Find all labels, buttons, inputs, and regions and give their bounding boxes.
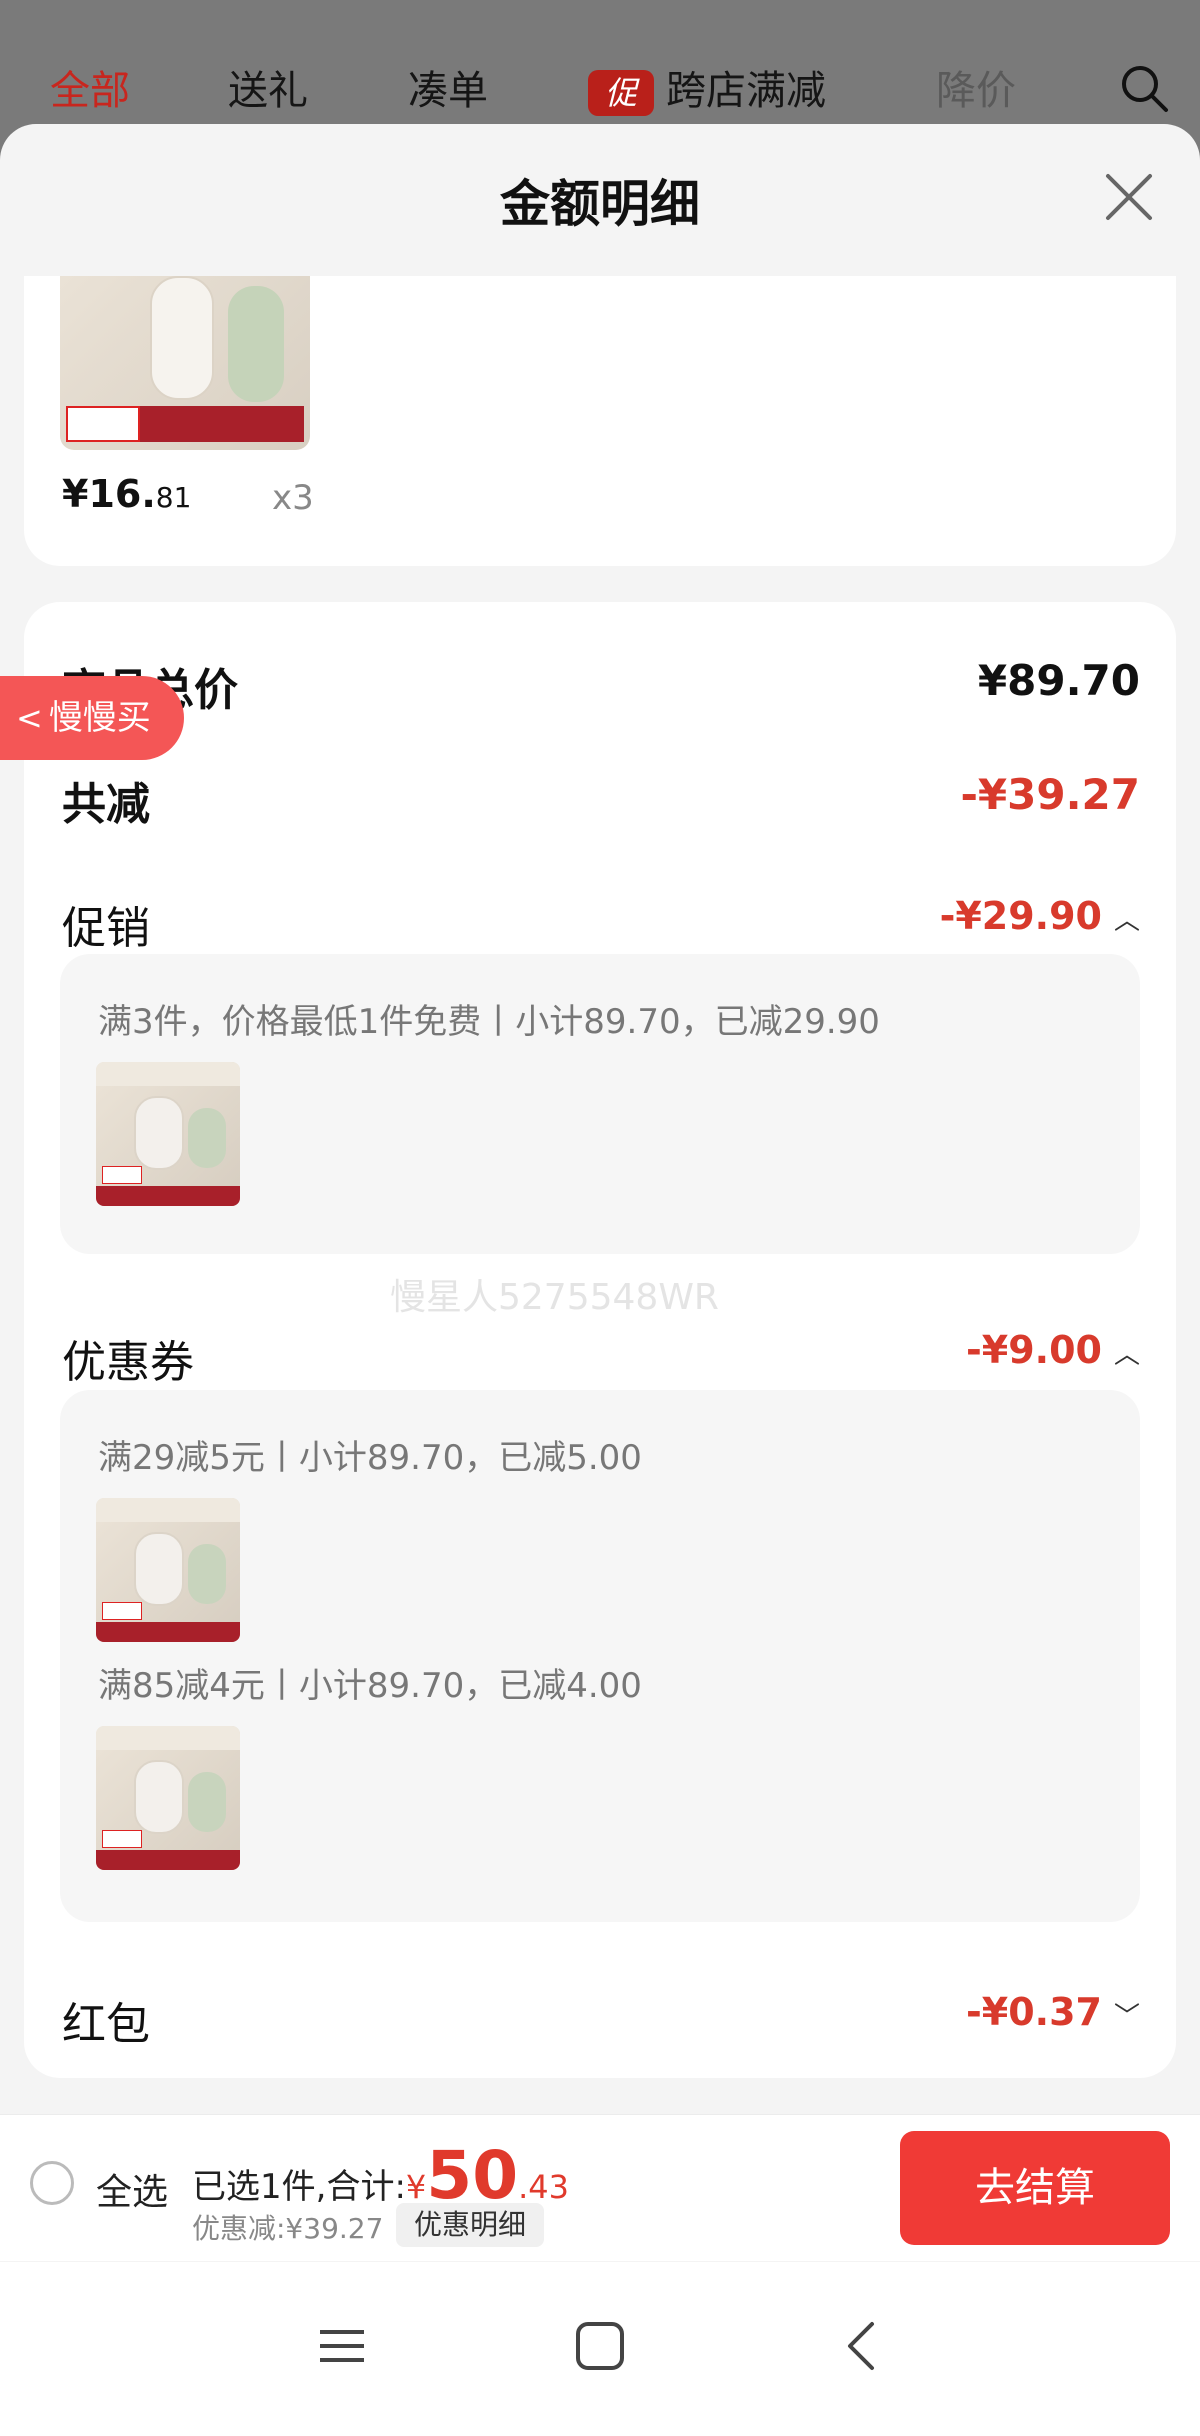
product-price-int: ¥16. [62,472,156,516]
discount-text: 优惠减:¥39.27 [192,2212,384,2245]
coupon-detail-box: 满29减5元丨小计89.70，已减5.00 满85减4元丨小计89.70，已减4… [60,1390,1140,1922]
coupon-toggle[interactable]: -¥9.00 ︿ [966,1328,1140,1372]
coupon-detail-text-2: 满85减4元丨小计89.70，已减4.00 [98,1666,642,1706]
chevron-up-icon: ︿ [1113,1340,1140,1370]
watermark: 慢星人5275548WR [390,1277,719,1318]
tab-cross-store-label: 跨店满减 [666,68,826,114]
select-all-label[interactable]: 全选 [96,2163,168,2215]
product-quantity: x3 [272,478,314,518]
coupon-product-thumb-2[interactable] [96,1726,240,1870]
product-card: ¥16.81 x3 [24,276,1176,566]
menu-icon[interactable] [316,2320,368,2372]
discount-detail-button[interactable]: 优惠明细 [396,2203,545,2247]
redpacket-value: -¥0.37 [966,1990,1102,2034]
sheet-title: 金额明细 [500,175,700,233]
coupon-product-thumb-1[interactable] [96,1498,240,1642]
total-currency: ¥ [405,2168,427,2206]
promo-badge: 促 [588,70,654,116]
coupon-value: -¥9.00 [966,1328,1102,1372]
coupon-label: 优惠券 [62,1337,194,1388]
checkout-bar: 全选 已选1件,合计:¥50.43 优惠减:¥39.27 优惠明细 去结算 [0,2114,1200,2261]
tab-cross-store[interactable]: 促跨店满减 [588,58,826,116]
product-image[interactable] [60,276,310,450]
total-reduce-value: -¥39.27 [960,770,1140,819]
back-icon[interactable] [836,2320,888,2372]
home-icon[interactable] [574,2320,626,2372]
close-icon[interactable] [1104,172,1154,222]
chevron-up-icon: ︿ [1113,906,1140,936]
promo-label: 促销 [62,903,150,954]
tab-bundle[interactable]: 凑单 [408,58,488,116]
product-price: ¥16.81 [62,472,191,516]
tab-gift[interactable]: 送礼 [228,58,308,116]
selected-prefix: 已选1件,合计: [192,2167,406,2207]
tab-all[interactable]: 全部 [50,58,130,116]
tab-price-drop[interactable]: 降价 [936,58,1016,116]
product-price-dec: 81 [155,481,192,514]
promo-value: -¥29.90 [939,894,1102,938]
chevron-down-icon: ﹀ [1113,2002,1140,2032]
checkout-button[interactable]: 去结算 [900,2131,1170,2245]
coupon-detail-text-1: 满29减5元丨小计89.70，已减5.00 [98,1438,642,1478]
amount-detail-sheet: 金额明细 ¥16.81 x3 商品总价 ¥89.70 共减 -¥39.27 促销… [0,124,1200,2274]
promo-product-thumb[interactable] [96,1062,240,1206]
slow-buy-label: 慢慢买 [48,698,151,738]
select-all-radio[interactable] [30,2161,74,2205]
chevron-left-icon: < [16,699,43,737]
promo-detail-box: 满3件，价格最低1件免费丨小计89.70，已减29.90 [60,954,1140,1254]
total-reduce-label: 共减 [62,779,150,830]
redpacket-label: 红包 [62,1999,150,2050]
total-price-value: ¥89.70 [977,656,1140,705]
total-dec: .43 [518,2168,570,2206]
search-icon[interactable] [1118,62,1170,114]
redpacket-toggle[interactable]: -¥0.37 ﹀ [966,1990,1140,2034]
promo-detail-text: 满3件，价格最低1件免费丨小计89.70，已减29.90 [98,1002,880,1042]
slow-buy-floating-button[interactable]: < 慢慢买 [0,676,184,760]
system-nav-bar [0,2262,1200,2436]
summary-card: 商品总价 ¥89.70 共减 -¥39.27 促销 -¥29.90︿ 满3件，价… [24,602,1176,2078]
promo-toggle[interactable]: -¥29.90 ︿ [940,894,1140,938]
